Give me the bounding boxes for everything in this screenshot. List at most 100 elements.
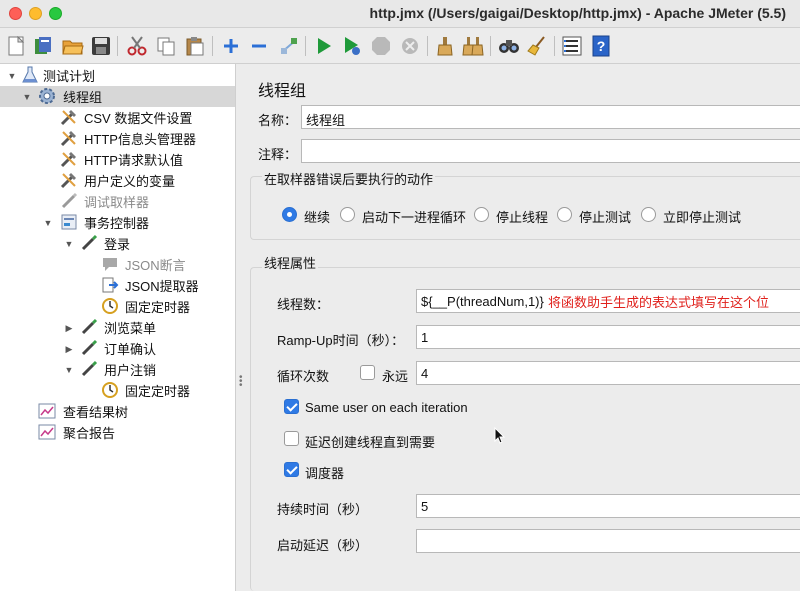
expand-arrow-icon[interactable]: ▶ [64, 323, 74, 333]
thread-group-panel: 线程组 名称： 线程组 注释： 在取样器错误后要执行的动作 继续 启动下一进程循… [244, 64, 800, 591]
listener-chart-icon [38, 423, 56, 441]
templates-icon[interactable] [32, 35, 54, 57]
tree-item-http-request-defaults[interactable]: HTTP请求默认值 [0, 149, 235, 170]
duration-field[interactable]: 5 [416, 494, 800, 518]
tree-item-test-plan[interactable]: ▼ 测试计划 [0, 65, 235, 86]
assertion-icon [101, 255, 119, 273]
scheduler-checkbox[interactable] [284, 462, 299, 477]
new-icon[interactable] [5, 35, 27, 57]
collapse-arrow-icon[interactable]: ▼ [43, 218, 53, 228]
tree-item-view-results-tree[interactable]: 查看结果树 [0, 401, 235, 422]
startup-delay-field[interactable] [416, 529, 800, 553]
wrench-icon [60, 129, 78, 147]
start-icon[interactable] [313, 35, 335, 57]
expand-arrow-icon[interactable]: ▶ [64, 344, 74, 354]
tree-item-user-defined-variables[interactable]: 用户定义的变量 [0, 170, 235, 191]
tree-item-constant-timer[interactable]: 固定定时器 [0, 380, 235, 401]
collapse-arrow-icon[interactable]: ▼ [7, 71, 17, 81]
expand-icon[interactable] [220, 35, 242, 57]
help-icon[interactable]: ? [590, 35, 612, 57]
radio-stop-test-now-label: 立即停止测试 [663, 210, 742, 225]
search-icon[interactable] [498, 35, 520, 57]
collapse-arrow-icon[interactable]: ▼ [64, 365, 74, 375]
tree-item-json-extractor[interactable]: JSON提取器 [0, 275, 235, 296]
radio-start-next-loop-label: 启动下一进程循环 [362, 210, 467, 225]
sampler-pen-icon [80, 339, 98, 357]
cut-icon[interactable] [126, 35, 148, 57]
name-field[interactable]: 线程组 [301, 105, 800, 129]
collapse-arrow-icon[interactable]: ▼ [22, 92, 32, 102]
delay-thread-creation-checkbox[interactable] [284, 431, 299, 446]
duration-label: 持续时间（秒） [277, 502, 369, 517]
forever-checkbox[interactable] [360, 365, 375, 380]
tree-item-debug-sampler[interactable]: 调试取样器 [0, 191, 235, 212]
scheduler-label: 调度器 [305, 466, 345, 481]
splitter-handle[interactable]: • • • [236, 64, 244, 591]
zoom-window-button[interactable] [49, 7, 62, 20]
test-plan-tree: ▼ 测试计划 ▼ 线程组 CSV 数据文件设置 HTTP信息头管理器 HTTP请… [0, 64, 236, 591]
copy-icon[interactable] [155, 35, 177, 57]
same-user-label: Same user on each iteration [305, 400, 468, 415]
radio-continue-label: 继续 [304, 210, 331, 225]
toolbar: ? [0, 28, 800, 64]
shutdown-icon[interactable] [399, 35, 421, 57]
loop-count-field[interactable]: 4 [416, 361, 800, 385]
minimize-window-button[interactable] [29, 7, 42, 20]
startup-delay-label: 启动延迟（秒） [277, 538, 369, 553]
tree-item-http-header-manager[interactable]: HTTP信息头管理器 [0, 128, 235, 149]
wrench-icon [60, 150, 78, 168]
window-title: http.jmx (/Users/gaigai/Desktop/http.jmx… [369, 5, 786, 21]
listener-chart-icon [38, 402, 56, 420]
tree-item-login[interactable]: ▼ 登录 [0, 233, 235, 254]
wrench-icon [60, 108, 78, 126]
tree-item-constant-timer[interactable]: 固定定时器 [0, 296, 235, 317]
radio-stop-test-label: 停止测试 [579, 210, 632, 225]
function-helper-icon[interactable] [561, 35, 583, 57]
reset-search-icon[interactable] [526, 35, 548, 57]
error-action-title: 在取样器错误后要执行的动作 [262, 169, 436, 188]
clear-icon[interactable] [434, 35, 456, 57]
thread-properties-title: 线程属性 [262, 253, 319, 272]
paste-icon[interactable] [184, 35, 206, 57]
tree-item-csv-config[interactable]: CSV 数据文件设置 [0, 107, 235, 128]
collapse-icon[interactable] [248, 35, 270, 57]
tree-item-aggregate-report[interactable]: 聚合报告 [0, 422, 235, 443]
save-icon[interactable] [90, 35, 112, 57]
delay-thread-creation-label: 延迟创建线程直到需要 [305, 435, 436, 450]
radio-stop-test[interactable] [557, 207, 572, 222]
threads-label: 线程数： [277, 297, 330, 312]
open-icon[interactable] [62, 35, 84, 57]
controller-icon [60, 213, 78, 231]
start-no-pause-icon[interactable] [341, 35, 363, 57]
collapse-arrow-icon[interactable]: ▼ [64, 239, 74, 249]
rampup-field[interactable]: 1 [416, 325, 800, 349]
timer-icon [101, 297, 119, 315]
radio-stop-test-now[interactable] [641, 207, 656, 222]
tree-item-logout[interactable]: ▼ 用户注销 [0, 359, 235, 380]
radio-stop-thread[interactable] [474, 207, 489, 222]
wrench-icon [60, 171, 78, 189]
sampler-pen-icon [80, 318, 98, 336]
loop-count-label: 循环次数 [277, 369, 330, 384]
radio-start-next-loop[interactable] [340, 207, 355, 222]
clear-all-icon[interactable] [462, 35, 484, 57]
toggle-icon[interactable] [278, 35, 300, 57]
name-label: 名称： [258, 113, 298, 128]
tree-item-transaction-controller[interactable]: ▼ 事务控制器 [0, 212, 235, 233]
tree-item-json-assertion[interactable]: JSON断言 [0, 254, 235, 275]
radio-continue[interactable] [282, 207, 297, 222]
tree-item-browse-menu[interactable]: ▶ 浏览菜单 [0, 317, 235, 338]
tree-item-thread-group[interactable]: ▼ 线程组 [0, 86, 235, 107]
extractor-icon [101, 276, 119, 294]
grip-icon: • • • [239, 372, 243, 391]
radio-stop-thread-label: 停止线程 [496, 210, 549, 225]
rampup-label: Ramp-Up时间（秒）： [277, 333, 405, 348]
close-window-button[interactable] [9, 7, 22, 20]
sampler-pen-icon [80, 360, 98, 378]
comment-field[interactable] [301, 139, 800, 163]
same-user-checkbox[interactable] [284, 399, 299, 414]
stop-icon[interactable] [370, 35, 392, 57]
title-bar: http.jmx (/Users/gaigai/Desktop/http.jmx… [0, 0, 800, 28]
sampler-pen-icon [80, 234, 98, 252]
tree-item-order-confirm[interactable]: ▶ 订单确认 [0, 338, 235, 359]
